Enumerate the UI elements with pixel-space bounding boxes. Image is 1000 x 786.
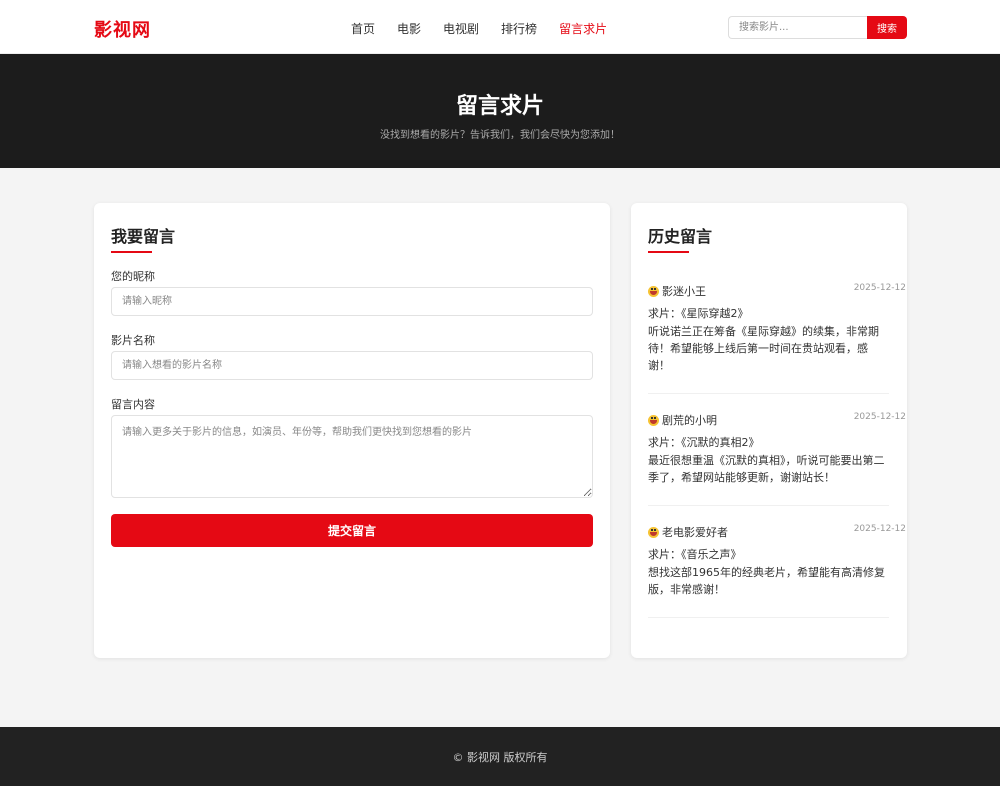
hero-banner: 留言求片 没找到想看的影片？告诉我们，我们会尽快为您添加！	[0, 54, 1000, 168]
page-title: 留言求片	[455, 94, 544, 119]
message-film: 求片：《星际穿越2》	[648, 307, 749, 320]
nickname-label: 您的昵称	[111, 270, 155, 283]
message-film: 求片：《音乐之声》	[648, 548, 742, 561]
message-body: 最近很想重温《沉默的真相》，听说可能要出第二季了，希望网站能够更新，谢谢站长！	[648, 454, 885, 484]
message-film: 求片：《沉默的真相2》	[648, 436, 760, 449]
title-underline	[111, 251, 152, 253]
nav-requests[interactable]: 留言求片	[559, 20, 607, 37]
search-bar: 搜索	[728, 16, 907, 39]
nav-movies[interactable]: 电影	[397, 20, 421, 37]
message-user: 影迷小王	[648, 283, 706, 299]
smiley-icon	[648, 285, 659, 297]
history-message: 老电影爱好者 2025-12-12 求片：《音乐之声》 想找这部1965年的经典…	[648, 524, 906, 618]
message-body: 听说诺兰正在筹备《星际穿越》的续集，非常期待！希望能够上线后第一时间在贵站观看，…	[648, 325, 879, 372]
message-date: 2025-12-12	[853, 412, 906, 422]
message-date: 2025-12-12	[853, 283, 906, 293]
history-card: 历史留言 影迷小王 2025-12-12 求片：《星际穿越2》 听说诺兰正在筹备…	[631, 203, 907, 658]
form-title: 我要留言	[111, 227, 176, 246]
smiley-icon	[648, 414, 659, 426]
nav-home[interactable]: 首页	[351, 20, 375, 37]
page-subtitle: 没找到想看的影片？告诉我们，我们会尽快为您添加！	[380, 130, 620, 141]
nickname-field[interactable]	[111, 287, 593, 316]
site-header: 影视网 首页 电影 电视剧 排行榜 留言求片 搜索	[0, 0, 1000, 54]
nav-rankings[interactable]: 排行榜	[501, 20, 537, 37]
history-message: 影迷小王 2025-12-12 求片：《星际穿越2》 听说诺兰正在筹备《星际穿越…	[648, 283, 906, 394]
content-textarea[interactable]	[111, 415, 593, 498]
message-username: 剧荒的小明	[662, 414, 717, 427]
message-user: 剧荒的小明	[648, 412, 717, 428]
smiley-icon	[648, 526, 659, 538]
title-underline	[648, 251, 689, 253]
content-label: 留言内容	[111, 398, 155, 411]
main-nav: 首页 电影 电视剧 排行榜 留言求片	[351, 20, 629, 37]
site-footer: © 影视网 版权所有	[0, 727, 1000, 786]
history-title: 历史留言	[648, 227, 713, 246]
search-input[interactable]	[728, 16, 867, 39]
request-form-card: 我要留言 您的昵称 影片名称 留言内容 提交留言	[94, 203, 610, 658]
message-username: 影迷小王	[662, 285, 706, 298]
search-button[interactable]: 搜索	[867, 16, 907, 39]
nav-tv[interactable]: 电视剧	[443, 20, 479, 37]
message-body: 想找这部1965年的经典老片，希望能有高清修复版，非常感谢！	[648, 566, 885, 596]
copyright-text: © 影视网 版权所有	[452, 751, 548, 764]
history-message: 剧荒的小明 2025-12-12 求片：《沉默的真相2》 最近很想重温《沉默的真…	[648, 412, 906, 506]
film-name-label: 影片名称	[111, 334, 155, 347]
message-user: 老电影爱好者	[648, 524, 728, 540]
message-username: 老电影爱好者	[662, 526, 728, 539]
site-logo[interactable]: 影视网	[94, 16, 151, 42]
submit-button[interactable]: 提交留言	[111, 514, 593, 547]
film-name-field[interactable]	[111, 351, 593, 380]
message-date: 2025-12-12	[853, 524, 906, 534]
